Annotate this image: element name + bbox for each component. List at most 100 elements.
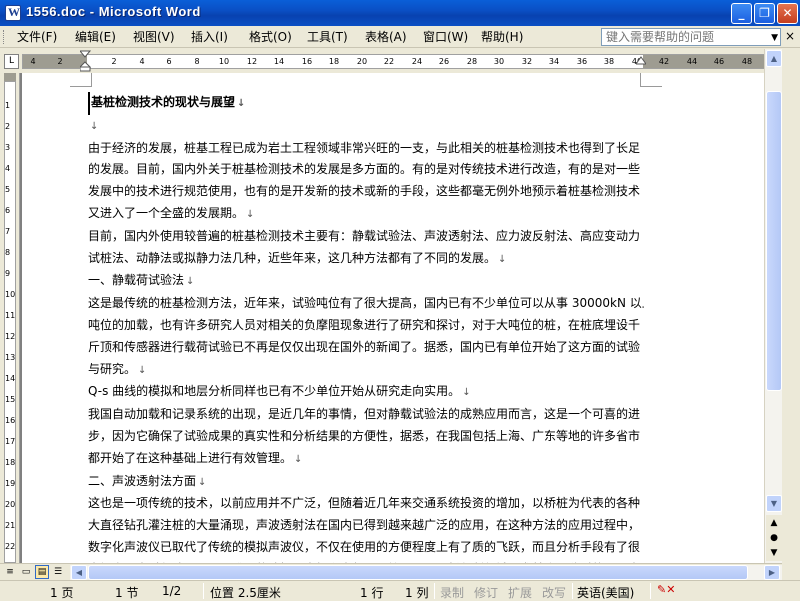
document-line[interactable]: 目前，国内外使用较普遍的桩基检测技术主要有：静载试验法、声波透射法、应力波反射法… [88, 226, 644, 248]
menu-tools[interactable]: 工具(T) [307, 29, 348, 45]
document-line[interactable]: 我国自动加载和记录系统的出现，是近几年的事情，但对静载试验法的成熟应用而言，这是… [88, 404, 644, 426]
vertical-scrollbar[interactable]: ▲ ▼ ▲ ● ▼ [764, 49, 782, 563]
menu-file[interactable]: 文件(F) [17, 29, 57, 45]
window-title: 1556.doc - Microsoft Word [26, 4, 201, 19]
menu-bar: 文件(F) 编辑(E) 视图(V) 插入(I) 格式(O) 工具(T) 表格(A… [0, 26, 800, 48]
ruler-number: 42 [658, 57, 670, 66]
menu-insert[interactable]: 插入(I) [191, 29, 228, 45]
scroll-right-arrow-icon[interactable]: ▶ [764, 565, 780, 580]
vertical-ruler[interactable]: 1 2 3 4 5 6 7 8 9 10 11 12 13 14 15 16 1… [0, 73, 20, 563]
vertical-scroll-thumb[interactable] [766, 91, 782, 391]
maximize-button[interactable]: ❐ [754, 3, 775, 24]
document-page[interactable]: 基桩检测技术的现状与展望 ↓ ↓ 由于经济的发展，桩基工程已成为岩土工程领域非常兴… [22, 73, 764, 563]
help-search-input[interactable] [606, 30, 756, 44]
status-separator [203, 583, 204, 599]
menu-help[interactable]: 帮助(H) [481, 29, 523, 45]
vertical-ruler-number: 15 [5, 395, 16, 404]
document-line[interactable]: 都开始了在这种基础上进行有效管理。 ↓ [88, 448, 644, 471]
document-line-text: 发展中的技术进行规范使用，也有的是开发新的技术或新的手段，这些都毫无例外地预示着… [88, 184, 641, 199]
empty-paragraph[interactable]: ↓ [88, 115, 644, 138]
document-line[interactable]: 吨位的加载，也有许多研究人员对相关的负摩阻现象进行了研究和探讨，对于大吨位的桩，… [88, 315, 644, 337]
menu-format[interactable]: 格式(O) [249, 29, 292, 45]
next-page-icon[interactable]: ▼ [766, 545, 782, 561]
paragraph-mark: ↓ [498, 253, 507, 265]
document-line[interactable]: 一、静载荷试验法 ↓ [88, 270, 644, 293]
document-line[interactable]: 步，因为它确保了试验成果的真实性和分析结果的方便性，据悉，在我国包括上海、广东等… [88, 426, 644, 448]
document-line[interactable]: 试桩法、动静法或拟静力法几种，近些年来，这几种方法都有了不同的发展。 ↓ [88, 248, 644, 271]
document-line-text: 这也是一项传统的技术，以前应用并不广泛，但随着近几年来交通系统投资的增加，以桥桩… [88, 496, 641, 511]
scroll-down-arrow-icon[interactable]: ▼ [766, 495, 782, 512]
vertical-ruler-top-margin [4, 73, 16, 81]
vertical-ruler-number: 16 [5, 416, 16, 425]
status-track-changes[interactable]: 修订 [474, 584, 498, 601]
ruler-number: 20 [356, 57, 368, 66]
title-bar: 1556.doc - Microsoft Word _ ❐ ✕ [0, 0, 800, 26]
vertical-ruler-number: 5 [5, 185, 11, 194]
outline-view-icon[interactable]: ☰ [51, 565, 65, 579]
status-overtype[interactable]: 改写 [542, 584, 566, 601]
menu-edit[interactable]: 编辑(E) [75, 29, 116, 45]
document-line[interactable]: 数字化声波仪已取代了传统的模拟声波仪，不仅在使用的方便程度上有了质的飞跃，而且分… [88, 537, 644, 559]
paragraph-mark: ↓ [90, 120, 99, 132]
page-corner-mark [640, 73, 662, 87]
minimize-button[interactable]: _ [731, 3, 752, 24]
select-browse-object-icon[interactable]: ● [766, 530, 782, 546]
document-line-text: 都开始了在这种基础上进行有效管理。 [88, 450, 293, 465]
document-line[interactable]: 又进入了一个全盛的发展期。 ↓ [88, 203, 644, 226]
menu-grip[interactable] [3, 30, 6, 44]
status-language[interactable]: 英语(美国) [577, 584, 634, 601]
document-line[interactable]: 与研究。 ↓ [88, 359, 644, 382]
print-layout-view-icon[interactable]: ▤ [35, 565, 49, 579]
web-layout-view-icon[interactable]: ▭ [19, 565, 33, 579]
scroll-up-arrow-icon[interactable]: ▲ [766, 50, 782, 67]
document-line[interactable]: 二、声波透射法方面 ↓ [88, 471, 644, 494]
document-line[interactable]: 大直径钻孔灌注桩的大量涌现，声波透射法在国内已得到越来越广泛的应用，在这种方法的… [88, 515, 644, 537]
document-body[interactable]: 基桩检测技术的现状与展望 ↓ ↓ 由于经济的发展，桩基工程已成为岩土工程领域非常兴… [88, 92, 644, 563]
document-close-icon[interactable]: × [785, 29, 795, 43]
menu-view[interactable]: 视图(V) [133, 29, 175, 45]
document-line[interactable]: 发展中的技术进行规范使用，也有的是开发新的技术或新的手段，这些都毫无例外地预示着… [88, 181, 644, 203]
status-column: 1 列 [405, 586, 429, 600]
ruler-number: 28 [466, 57, 478, 66]
indent-marker-icon[interactable] [80, 50, 91, 72]
paragraph-mark: ↓ [198, 476, 207, 488]
document-line[interactable]: Q-s 曲线的模拟和地层分析同样也已有不少单位开始从研究走向实用。 ↓ [88, 381, 644, 404]
vertical-ruler-number: 18 [5, 458, 16, 467]
horizontal-ruler[interactable]: 4 2 2 4 6 8 10 12 14 16 18 20 22 24 26 2… [22, 54, 770, 69]
vertical-ruler-number: 19 [5, 479, 16, 488]
right-indent-marker-icon[interactable] [636, 54, 646, 70]
paragraph-mark: ↓ [462, 387, 471, 399]
document-line-text: Q-s 曲线的模拟和地层分析同样也已有不少单位开始从研究走向实用。 [88, 384, 461, 399]
horizontal-scroll-thumb[interactable] [88, 565, 748, 580]
document-line[interactable]: 由于经济的发展，桩基工程已成为岩土工程领域非常兴旺的一支，与此相关的桩基检测技术… [88, 138, 644, 160]
menu-window[interactable]: 窗口(W) [423, 29, 468, 45]
document-title[interactable]: 基桩检测技术的现状与展望 ↓ [88, 92, 644, 115]
document-line-text: 这是最传统的桩基检测方法，近年来，试验吨位有了很大提高，国内已有不少单位可以从事… [88, 296, 644, 311]
paragraph-mark: ↓ [246, 208, 255, 220]
ruler-number: 48 [741, 57, 753, 66]
status-extend[interactable]: 扩展 [508, 584, 532, 601]
horizontal-scrollbar[interactable]: ◀ ▶ [70, 565, 782, 580]
normal-view-icon[interactable]: ≡ [3, 565, 17, 579]
document-area: 1 2 3 4 5 6 7 8 9 10 11 12 13 14 15 16 1… [0, 73, 764, 563]
status-line: 1 行 [360, 586, 384, 600]
help-search-box[interactable]: ▼ [601, 28, 781, 46]
document-line[interactable]: 这是最传统的桩基检测方法，近年来，试验吨位有了很大提高，国内已有不少单位可以从事… [88, 293, 644, 315]
ruler-number: 22 [383, 57, 395, 66]
document-title-text: 基桩检测技术的现状与展望 [91, 95, 236, 109]
previous-page-icon[interactable]: ▲ [766, 515, 782, 531]
status-section: 1 节 [115, 586, 139, 600]
status-separator [434, 583, 435, 599]
word-app-icon[interactable] [5, 5, 21, 21]
help-dropdown-icon[interactable]: ▼ [771, 30, 778, 46]
menu-table[interactable]: 表格(A) [365, 29, 407, 45]
spelling-check-icon[interactable]: ✎✕ [657, 583, 675, 598]
document-line[interactable]: 斤顶和传感器进行载荷试验已不再是仅仅出现在国外的新闻了。据悉，国内已有单位开始了… [88, 337, 644, 359]
scroll-left-arrow-icon[interactable]: ◀ [71, 565, 87, 580]
status-record[interactable]: 录制 [440, 584, 464, 601]
tab-selector-button[interactable]: L [4, 54, 19, 69]
close-button[interactable]: ✕ [777, 3, 798, 24]
document-line[interactable]: 的发展。目前，国内外关于桩基检测技术的发展是多方面的。有的是对传统技术进行改造，… [88, 159, 644, 181]
ruler-number: 2 [57, 57, 63, 66]
document-line[interactable]: 这也是一项传统的技术，以前应用并不广泛，但随着近几年来交通系统投资的增加，以桥桩… [88, 493, 644, 515]
